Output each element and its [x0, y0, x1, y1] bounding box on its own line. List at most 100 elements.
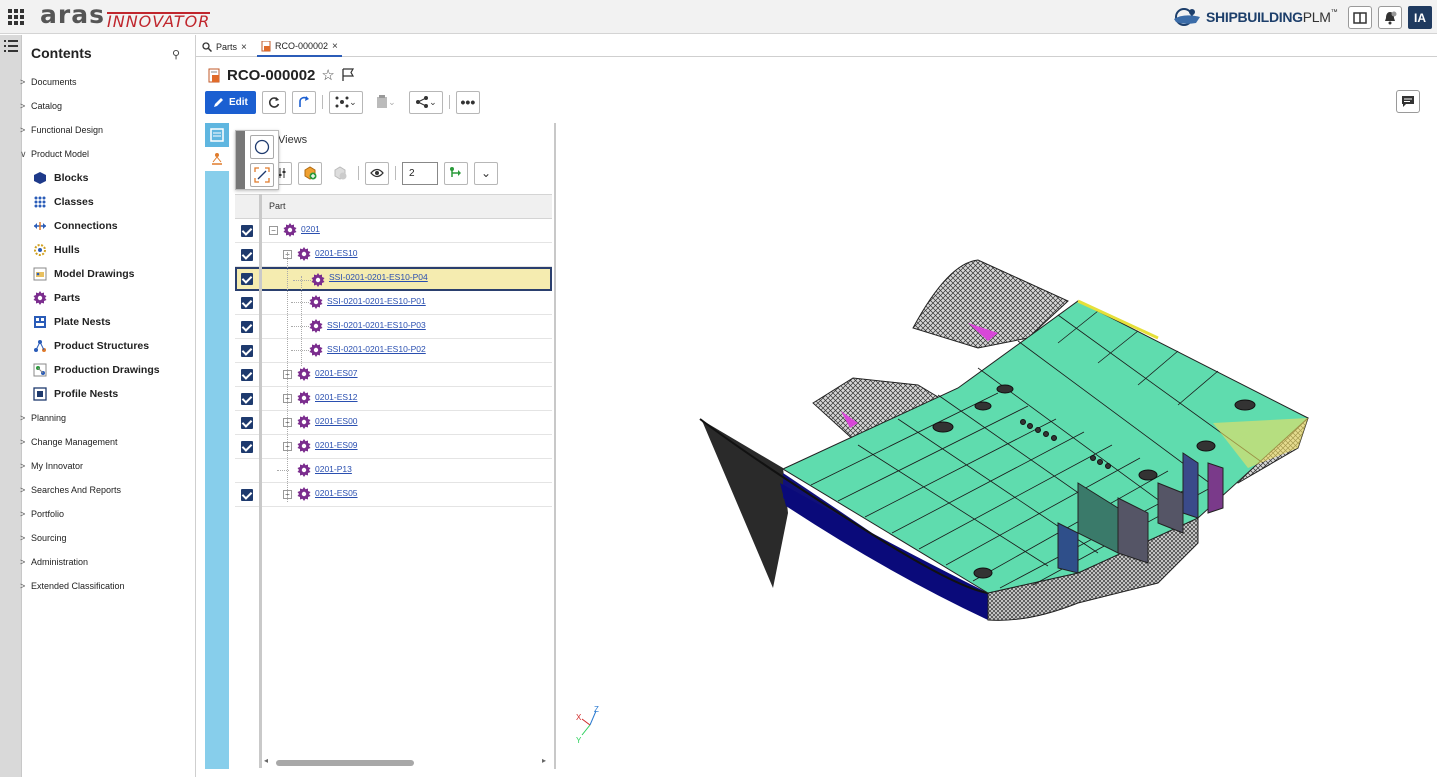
- sidebar-item-blocks[interactable]: Blocks: [32, 169, 88, 187]
- row-checkbox[interactable]: [241, 273, 253, 285]
- scrollbar-thumb[interactable]: [276, 760, 414, 766]
- part-link[interactable]: SSI-0201-0201-ES10-P04: [329, 272, 428, 282]
- column-header-part[interactable]: Part: [269, 201, 286, 211]
- app-grid-icon[interactable]: [8, 9, 24, 25]
- part-link[interactable]: 0201-ES00: [315, 416, 358, 426]
- tree-row[interactable]: +0201-ES09: [235, 435, 552, 459]
- tab-rco-000002[interactable]: RCO-000002 ×: [257, 37, 342, 57]
- item-header: RCO-000002 ☆: [208, 66, 355, 84]
- user-avatar[interactable]: IA: [1408, 6, 1432, 29]
- sidebar-item-profile-nests[interactable]: Profile Nests: [32, 385, 118, 403]
- add-part-button[interactable]: [298, 161, 322, 185]
- sidebar-item-classes[interactable]: Classes: [32, 193, 94, 211]
- refresh-button[interactable]: [261, 90, 286, 114]
- tree-row[interactable]: SSI-0201-0201-ES10-P01: [235, 291, 552, 315]
- part-link[interactable]: SSI-0201-0201-ES10-P01: [327, 296, 426, 306]
- part-link[interactable]: 0201-ES09: [315, 440, 358, 450]
- part-link[interactable]: 0201: [301, 224, 320, 234]
- 3d-viewer[interactable]: [558, 123, 1437, 777]
- structure-icon: [335, 96, 349, 108]
- tree-row[interactable]: +0201-ES12: [235, 387, 552, 411]
- toc-list-icon[interactable]: [4, 40, 18, 52]
- row-checkbox[interactable]: [241, 489, 253, 501]
- expand-options-button[interactable]: ⌄: [474, 161, 498, 185]
- tree-row[interactable]: SSI-0201-0201-ES10-P04: [235, 267, 552, 291]
- row-checkbox[interactable]: [241, 321, 253, 333]
- collapse-icon[interactable]: −: [269, 226, 278, 235]
- sidebar-item-plate-nests[interactable]: Plate Nests: [32, 313, 111, 331]
- sidebar-item-extended-classification[interactable]: > Extended Classification: [20, 579, 125, 593]
- sidebar-item-parts[interactable]: Parts: [32, 289, 80, 307]
- structure-view-button[interactable]: [205, 147, 229, 171]
- part-link[interactable]: 0201-ES05: [315, 488, 358, 498]
- scroll-right-icon[interactable]: ▸: [542, 756, 546, 765]
- ship-block-model[interactable]: [558, 123, 1437, 777]
- clipboard-menu-button[interactable]: ⌄: [368, 90, 403, 114]
- sidebar-item-functional-design[interactable]: > Functional Design: [20, 123, 103, 137]
- part-link[interactable]: 0201-P13: [315, 464, 352, 474]
- visibility-button[interactable]: [365, 161, 389, 185]
- tree-row[interactable]: SSI-0201-0201-ES10-P02: [235, 339, 552, 363]
- part-link[interactable]: 0201-ES07: [315, 368, 358, 378]
- row-checkbox[interactable]: [241, 249, 253, 261]
- fit-view-button[interactable]: [250, 163, 274, 187]
- row-checkbox[interactable]: [241, 369, 253, 381]
- notifications-button[interactable]: [1378, 6, 1402, 29]
- row-checkbox[interactable]: [241, 417, 253, 429]
- tree-row[interactable]: +0201-ES07: [235, 363, 552, 387]
- part-link[interactable]: 0201-ES10: [315, 248, 358, 258]
- scroll-left-icon[interactable]: ◂: [264, 756, 268, 765]
- more-options-button[interactable]: •••: [455, 90, 480, 114]
- sidebar-item-my-innovator[interactable]: > My Innovator: [20, 459, 83, 473]
- pin-icon[interactable]: ⚲: [172, 48, 180, 61]
- sidebar-item-catalog[interactable]: > Catalog: [20, 99, 62, 113]
- sidebar-item-production-drawings[interactable]: Production Drawings: [32, 361, 160, 379]
- structure-menu-button[interactable]: ⌄: [328, 90, 363, 114]
- flag-icon[interactable]: [341, 68, 355, 82]
- navigation-strip: [0, 35, 22, 777]
- sidebar-item-model-drawings[interactable]: Model Drawings: [32, 265, 135, 283]
- favorite-star-icon[interactable]: ☆: [321, 66, 334, 84]
- drag-handle[interactable]: [236, 131, 245, 189]
- promote-button[interactable]: [291, 90, 316, 114]
- expand-tree-button[interactable]: [444, 161, 468, 185]
- sidebar-item-product-structures[interactable]: Product Structures: [32, 337, 149, 355]
- navigate-tool-button[interactable]: [250, 135, 274, 159]
- sidebar-item-hulls[interactable]: Hulls: [32, 241, 80, 259]
- sidebar-item-product-model[interactable]: ∨ Product Model: [20, 147, 89, 161]
- row-checkbox[interactable]: [241, 345, 253, 357]
- tree-row[interactable]: −0201-ES10: [235, 243, 552, 267]
- sidebar-item-documents[interactable]: > Documents: [20, 75, 77, 89]
- part-link[interactable]: SSI-0201-0201-ES10-P03: [327, 320, 426, 330]
- sidebar-item-connections[interactable]: Connections: [32, 217, 118, 235]
- tree-row[interactable]: SSI-0201-0201-ES10-P03: [235, 315, 552, 339]
- horizontal-scrollbar[interactable]: ◂ ▸: [262, 756, 552, 768]
- sidebar-item-sourcing[interactable]: > Sourcing: [20, 531, 67, 545]
- sidebar-item-change-management[interactable]: > Change Management: [20, 435, 118, 449]
- row-checkbox[interactable]: [241, 441, 253, 453]
- form-view-button[interactable]: [205, 123, 229, 147]
- edit-button[interactable]: Edit: [205, 90, 256, 114]
- part-link[interactable]: 0201-ES12: [315, 392, 358, 402]
- share-menu-button[interactable]: ⌄: [408, 90, 443, 114]
- close-tab-icon[interactable]: ×: [241, 42, 247, 53]
- layout-toggle-button[interactable]: [1348, 6, 1372, 29]
- sidebar-item-administration[interactable]: > Administration: [20, 555, 88, 569]
- sidebar-item-portfolio[interactable]: > Portfolio: [20, 507, 64, 521]
- part-link[interactable]: SSI-0201-0201-ES10-P02: [327, 344, 426, 354]
- row-checkbox[interactable]: [241, 225, 253, 237]
- column-splitter[interactable]: [259, 194, 262, 768]
- comments-button[interactable]: [1396, 90, 1420, 113]
- row-checkbox[interactable]: [241, 393, 253, 405]
- tree-row[interactable]: 0201-P13: [235, 459, 552, 483]
- sidebar-item-searches-and-reports[interactable]: > Searches And Reports: [20, 483, 121, 497]
- close-tab-icon[interactable]: ×: [332, 41, 338, 52]
- tree-row[interactable]: − 0201: [235, 219, 552, 243]
- expand-level-input[interactable]: 2: [402, 161, 438, 185]
- sidebar-item-planning[interactable]: > Planning: [20, 411, 66, 425]
- tree-row[interactable]: +0201-ES00: [235, 411, 552, 435]
- tree-row[interactable]: +0201-ES05: [235, 483, 552, 507]
- tab-parts[interactable]: Parts ×: [198, 37, 251, 57]
- remove-part-button[interactable]: [328, 161, 352, 185]
- row-checkbox[interactable]: [241, 297, 253, 309]
